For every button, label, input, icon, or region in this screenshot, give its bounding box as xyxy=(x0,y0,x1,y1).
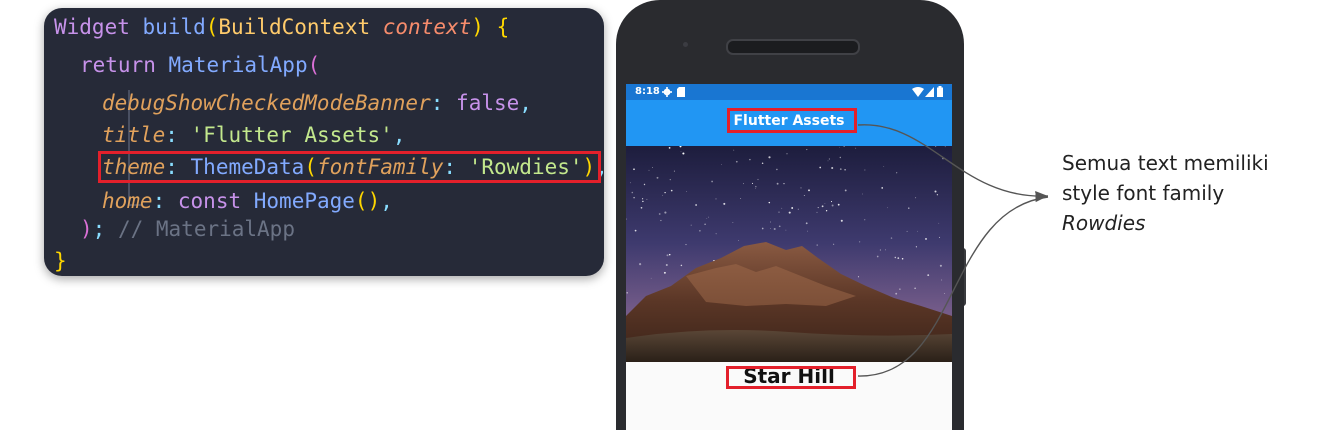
arrow-from-body-title xyxy=(857,196,1049,377)
annotation-arrows xyxy=(857,124,1049,377)
arrow-from-app-title xyxy=(857,124,1049,203)
